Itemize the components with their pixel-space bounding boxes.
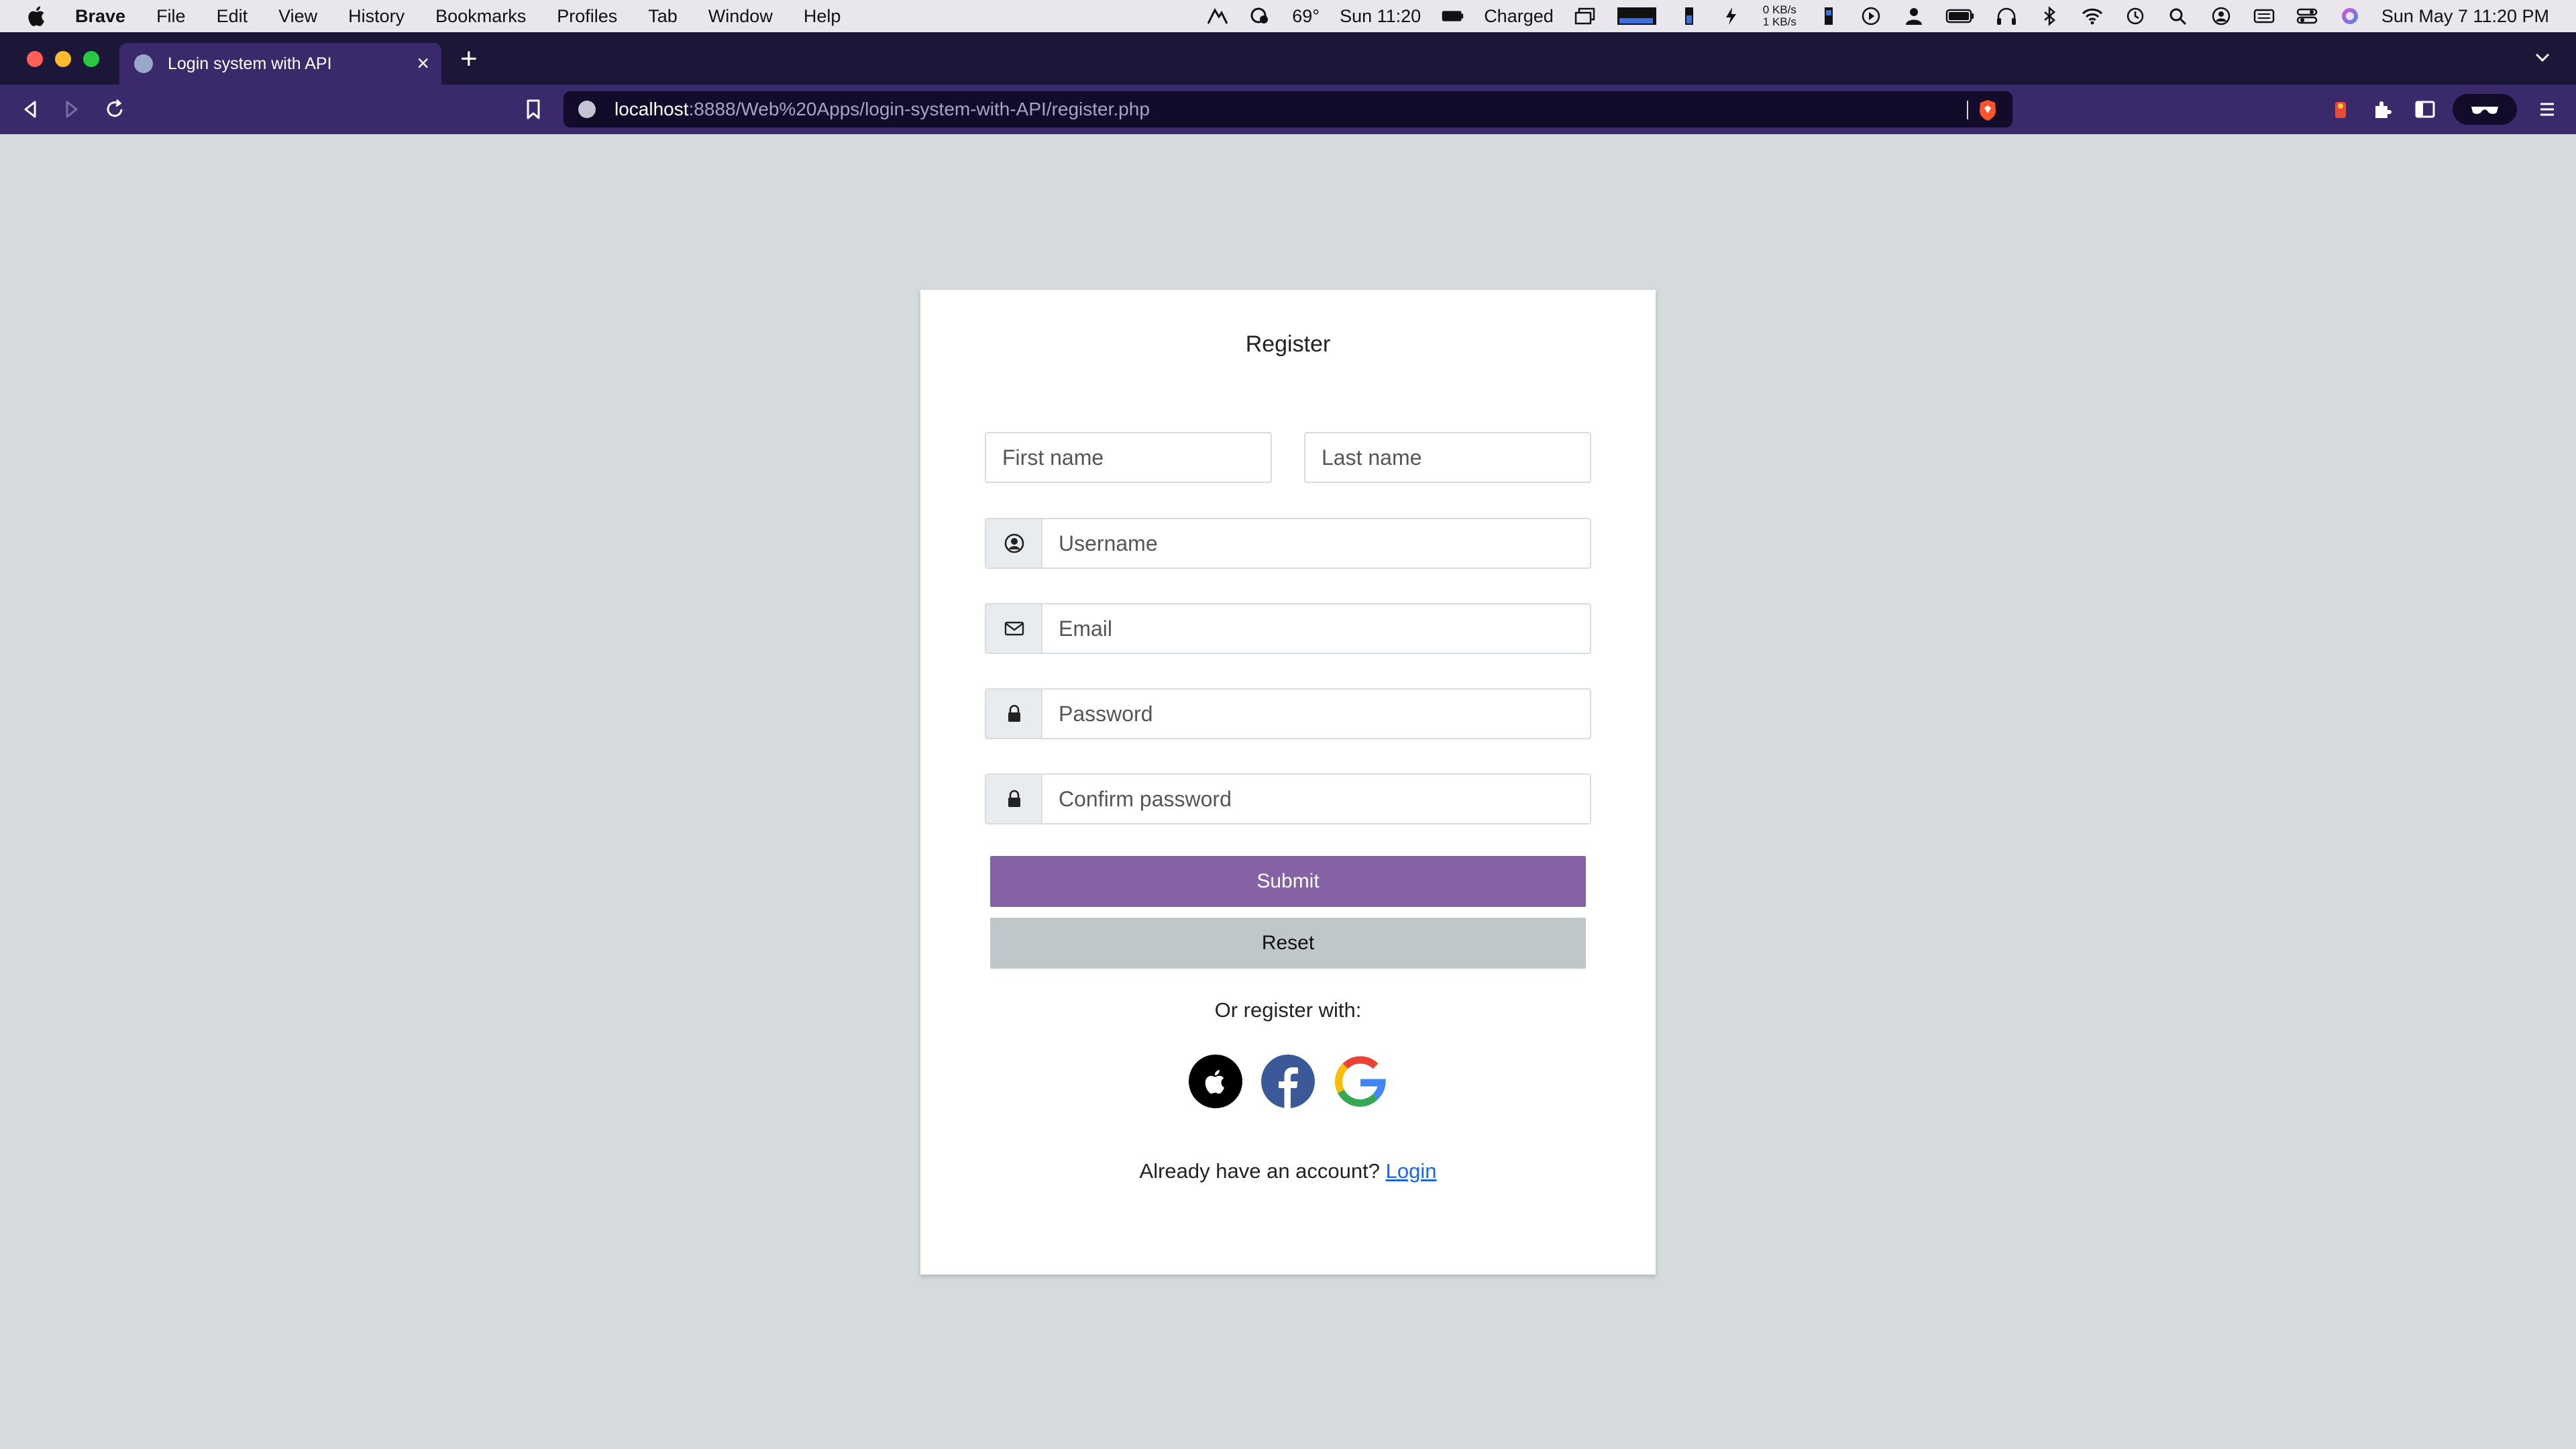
or-register-text: Or register with:: [1214, 998, 1362, 1022]
extensions-puzzle-icon[interactable]: [2371, 98, 2394, 121]
tab-list-chevron-icon[interactable]: [2533, 48, 2552, 67]
menu-view[interactable]: View: [278, 6, 317, 27]
lock-icon: [1008, 704, 1020, 722]
login-prompt: Already have an account? Login: [920, 1159, 1656, 1183]
battery-icon[interactable]: [1945, 6, 1975, 26]
envelope-icon: [1004, 621, 1024, 636]
control-center-icon[interactable]: [2296, 6, 2318, 26]
site-info-icon[interactable]: [578, 101, 596, 118]
lightning-icon[interactable]: [1720, 6, 1743, 26]
brave-shields-icon[interactable]: [1978, 99, 1998, 121]
private-profile-button[interactable]: [2453, 94, 2517, 125]
user-circle-icon: [1004, 533, 1024, 553]
menu-bar: Brave File Edit View History Bookmarks P…: [0, 0, 2576, 32]
window-zoom-button[interactable]: [83, 51, 99, 67]
weather-temp[interactable]: 69°: [1292, 6, 1320, 27]
reload-button-icon[interactable]: [103, 98, 126, 121]
weather-icon[interactable]: [1249, 6, 1272, 26]
window-stack-icon[interactable]: [1574, 6, 1597, 26]
tab-favicon-icon: [134, 54, 153, 73]
login-link[interactable]: Login: [1386, 1159, 1437, 1183]
browser-toolbar: localhost:8888/Web%20Apps/login-system-w…: [0, 85, 2576, 134]
password-input[interactable]: [1041, 688, 1591, 739]
disk-icon[interactable]: [1817, 6, 1839, 26]
submit-button[interactable]: Submit: [990, 856, 1586, 907]
url-path: :8888/Web%20Apps/login-system-with-API/r…: [688, 99, 1150, 119]
tab-title: Login system with API: [168, 54, 332, 73]
network-speed[interactable]: 0 KB/s 1 KB/s: [1763, 4, 1796, 28]
menu-bookmarks[interactable]: Bookmarks: [435, 6, 526, 27]
menu-edit[interactable]: Edit: [217, 6, 248, 27]
apple-menu-icon[interactable]: [25, 5, 46, 28]
network-down: 1 KB/s: [1762, 15, 1796, 28]
account-icon[interactable]: [2210, 6, 2233, 26]
menu-app-name[interactable]: Brave: [75, 6, 125, 27]
email-input[interactable]: [1041, 603, 1591, 654]
play-icon[interactable]: [1860, 6, 1882, 26]
browser-tab-bar: Login system with API × +: [0, 32, 2576, 85]
menu-history[interactable]: History: [348, 6, 405, 27]
headphones-icon[interactable]: [1995, 6, 2018, 26]
cpu-graph-icon[interactable]: [1617, 6, 1657, 26]
battery-charged-icon[interactable]: [1441, 6, 1464, 26]
menu-tab[interactable]: Tab: [648, 6, 678, 27]
new-tab-button[interactable]: +: [460, 44, 478, 74]
username-addon: [985, 518, 1042, 569]
window-minimize-button[interactable]: [55, 51, 71, 67]
tab-close-icon[interactable]: ×: [417, 52, 429, 74]
form-title: Register: [1245, 331, 1331, 357]
confirm-password-addon: [985, 773, 1042, 824]
browser-tab[interactable]: Login system with API ×: [119, 43, 441, 85]
spotlight-search-icon[interactable]: [2167, 6, 2190, 26]
menu-window[interactable]: Window: [708, 6, 773, 27]
window-close-button[interactable]: [27, 51, 43, 67]
password-addon: [985, 688, 1042, 739]
network-up: 0 KB/s: [1762, 3, 1796, 16]
username-input[interactable]: [1041, 518, 1591, 569]
status-mountain-icon[interactable]: [1206, 6, 1229, 26]
menu-profiles[interactable]: Profiles: [557, 6, 617, 27]
siri-icon[interactable]: [2339, 6, 2361, 26]
battery-status[interactable]: Charged: [1484, 6, 1554, 27]
rewards-icon[interactable]: [2329, 98, 2352, 121]
email-addon: [985, 603, 1042, 654]
confirm-password-input[interactable]: [1041, 773, 1591, 824]
glasses-icon: [2471, 107, 2498, 114]
menu-file[interactable]: File: [156, 6, 186, 27]
memory-icon[interactable]: [1677, 6, 1700, 26]
forward-button-icon[interactable]: [60, 98, 83, 121]
reset-button[interactable]: Reset: [990, 918, 1586, 969]
address-bar-divider: [1967, 101, 1968, 119]
menubar-datetime[interactable]: Sun May 7 11:20 PM: [2381, 6, 2549, 27]
time-machine-icon[interactable]: [2124, 6, 2147, 26]
facebook-icon[interactable]: [1261, 1055, 1315, 1108]
sidebar-toggle-icon[interactable]: [2414, 98, 2436, 121]
menu-help[interactable]: Help: [804, 6, 841, 27]
wifi-icon[interactable]: [2081, 6, 2104, 26]
address-bar[interactable]: localhost:8888/Web%20Apps/login-system-w…: [564, 91, 2012, 127]
last-name-input[interactable]: [1304, 432, 1591, 483]
already-account-text: Already have an account?: [1139, 1159, 1380, 1183]
google-icon[interactable]: [1334, 1055, 1387, 1108]
keyboard-icon[interactable]: [2253, 6, 2275, 26]
register-card: Register Submit Reset Or register with: …: [920, 290, 1656, 1275]
back-button-icon[interactable]: [19, 98, 42, 121]
lock-icon: [1008, 790, 1020, 807]
user-icon[interactable]: [1902, 6, 1925, 26]
browser-menu-icon[interactable]: [2536, 98, 2559, 121]
bluetooth-icon[interactable]: [2038, 6, 2061, 26]
apple-icon[interactable]: [1189, 1055, 1242, 1108]
first-name-input[interactable]: [985, 432, 1272, 483]
bookmark-icon[interactable]: [522, 98, 545, 121]
menubar-clock-short[interactable]: Sun 11:20: [1340, 6, 1421, 27]
url-host: localhost: [614, 99, 689, 119]
